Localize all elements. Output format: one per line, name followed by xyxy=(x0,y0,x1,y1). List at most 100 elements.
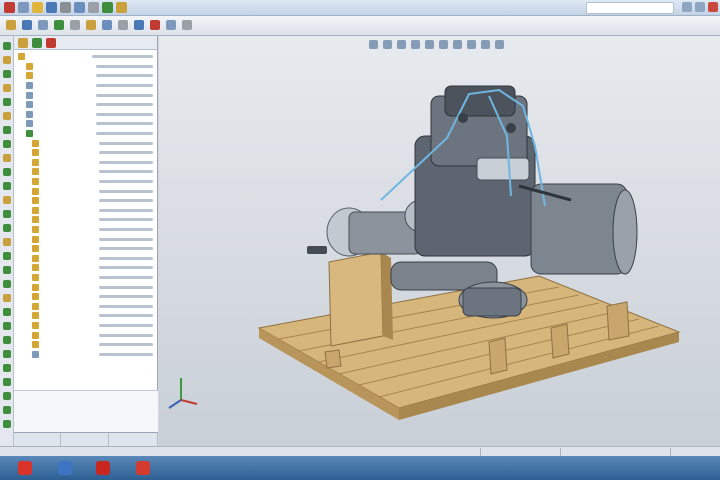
toolbar-icon[interactable] xyxy=(70,20,80,30)
tool-icon[interactable] xyxy=(2,140,11,148)
tool-icon[interactable] xyxy=(2,266,11,274)
tree-item[interactable] xyxy=(16,119,157,129)
tree-item[interactable] xyxy=(16,129,157,139)
tool-icon[interactable] xyxy=(2,42,11,50)
tree-item[interactable] xyxy=(16,225,157,235)
tool-icon[interactable] xyxy=(2,238,11,246)
tool-icon[interactable] xyxy=(2,364,11,372)
tool-icon[interactable] xyxy=(2,168,11,176)
tool-icon[interactable] xyxy=(2,294,11,302)
tree-item[interactable] xyxy=(16,234,157,244)
maximize-icon[interactable] xyxy=(695,2,705,12)
toolbar-icon[interactable] xyxy=(150,20,160,30)
tool-icon[interactable] xyxy=(2,280,11,288)
tree-item[interactable] xyxy=(16,253,157,263)
open-file-icon[interactable] xyxy=(32,2,43,13)
tree-item[interactable] xyxy=(16,52,157,62)
tool-icon[interactable] xyxy=(2,350,11,358)
taskbar-solidworks-icon[interactable] xyxy=(132,459,154,477)
tool-icon[interactable] xyxy=(2,154,11,162)
tree-item[interactable] xyxy=(16,282,157,292)
tool-icon[interactable] xyxy=(2,322,11,330)
tool-icon[interactable] xyxy=(2,308,11,316)
property-tab-icon[interactable] xyxy=(32,38,42,48)
scene-icon[interactable] xyxy=(481,40,490,49)
close-icon[interactable] xyxy=(708,2,718,12)
graphics-viewport[interactable] xyxy=(159,36,720,446)
toolbar-icon[interactable] xyxy=(182,20,192,30)
taskbar-pdf-icon[interactable] xyxy=(92,459,114,477)
tool-icon[interactable] xyxy=(2,112,11,120)
hide-show-icon[interactable] xyxy=(453,40,462,49)
toolbar-icon[interactable] xyxy=(166,20,176,30)
tool-icon[interactable] xyxy=(2,70,11,78)
tool-icon[interactable] xyxy=(2,392,11,400)
tree-item[interactable] xyxy=(16,90,157,100)
tool-icon[interactable] xyxy=(2,196,11,204)
tree-item[interactable] xyxy=(16,292,157,302)
toolbar-icon[interactable] xyxy=(38,20,48,30)
section-view-icon[interactable] xyxy=(411,40,420,49)
tree-item[interactable] xyxy=(16,100,157,110)
rebuild-icon[interactable] xyxy=(102,2,113,13)
options-icon[interactable] xyxy=(116,2,127,13)
toolbar-icon[interactable] xyxy=(54,20,64,30)
help-search-input[interactable] xyxy=(586,2,674,14)
undo-icon[interactable] xyxy=(74,2,85,13)
tree-item[interactable] xyxy=(16,110,157,120)
tree-item[interactable] xyxy=(16,330,157,340)
tree-item[interactable] xyxy=(16,321,157,331)
print-icon[interactable] xyxy=(60,2,71,13)
tool-icon[interactable] xyxy=(2,56,11,64)
tree-item[interactable] xyxy=(16,138,157,148)
tree-item[interactable] xyxy=(16,196,157,206)
save-icon[interactable] xyxy=(46,2,57,13)
view-orientation-icon[interactable] xyxy=(425,40,434,49)
tree-item[interactable] xyxy=(16,71,157,81)
app-logo-icon[interactable] xyxy=(4,2,15,13)
tree-item[interactable] xyxy=(16,62,157,72)
tool-icon[interactable] xyxy=(2,84,11,92)
toolbar-icon[interactable] xyxy=(118,20,128,30)
tree-item[interactable] xyxy=(16,186,157,196)
taskbar-floppy-icon[interactable] xyxy=(54,459,76,477)
feature-tree-tab-icon[interactable] xyxy=(18,38,28,48)
new-file-icon[interactable] xyxy=(18,2,29,13)
display-style-icon[interactable] xyxy=(439,40,448,49)
tab-model[interactable] xyxy=(14,433,61,446)
minimize-icon[interactable] xyxy=(682,2,692,12)
tree-item[interactable] xyxy=(16,206,157,216)
toolbar-icon[interactable] xyxy=(22,20,32,30)
tree-item[interactable] xyxy=(16,263,157,273)
tree-item[interactable] xyxy=(16,244,157,254)
tool-icon[interactable] xyxy=(2,224,11,232)
tool-icon[interactable] xyxy=(2,336,11,344)
tree-item[interactable] xyxy=(16,215,157,225)
tool-icon[interactable] xyxy=(2,378,11,386)
tool-icon[interactable] xyxy=(2,420,11,428)
tab-motion-study-2[interactable] xyxy=(111,433,159,446)
tree-item[interactable] xyxy=(16,158,157,168)
appearance-icon[interactable] xyxy=(467,40,476,49)
tree-item[interactable] xyxy=(16,148,157,158)
select-icon[interactable] xyxy=(88,2,99,13)
toolbar-icon[interactable] xyxy=(134,20,144,30)
zoom-area-icon[interactable] xyxy=(383,40,392,49)
view-settings-icon[interactable] xyxy=(495,40,504,49)
tree-item[interactable] xyxy=(16,340,157,350)
tree-item[interactable] xyxy=(16,81,157,91)
tool-icon[interactable] xyxy=(2,182,11,190)
tree-item[interactable] xyxy=(16,301,157,311)
tree-item[interactable] xyxy=(16,167,157,177)
tool-icon[interactable] xyxy=(2,126,11,134)
toolbar-icon[interactable] xyxy=(102,20,112,30)
tree-item[interactable] xyxy=(16,349,157,359)
toolbar-icon[interactable] xyxy=(6,20,16,30)
previous-view-icon[interactable] xyxy=(397,40,406,49)
configuration-tab-icon[interactable] xyxy=(46,38,56,48)
tool-icon[interactable] xyxy=(2,98,11,106)
tree-item[interactable] xyxy=(16,273,157,283)
toolbar-icon[interactable] xyxy=(86,20,96,30)
tool-icon[interactable] xyxy=(2,252,11,260)
tree-item[interactable] xyxy=(16,177,157,187)
